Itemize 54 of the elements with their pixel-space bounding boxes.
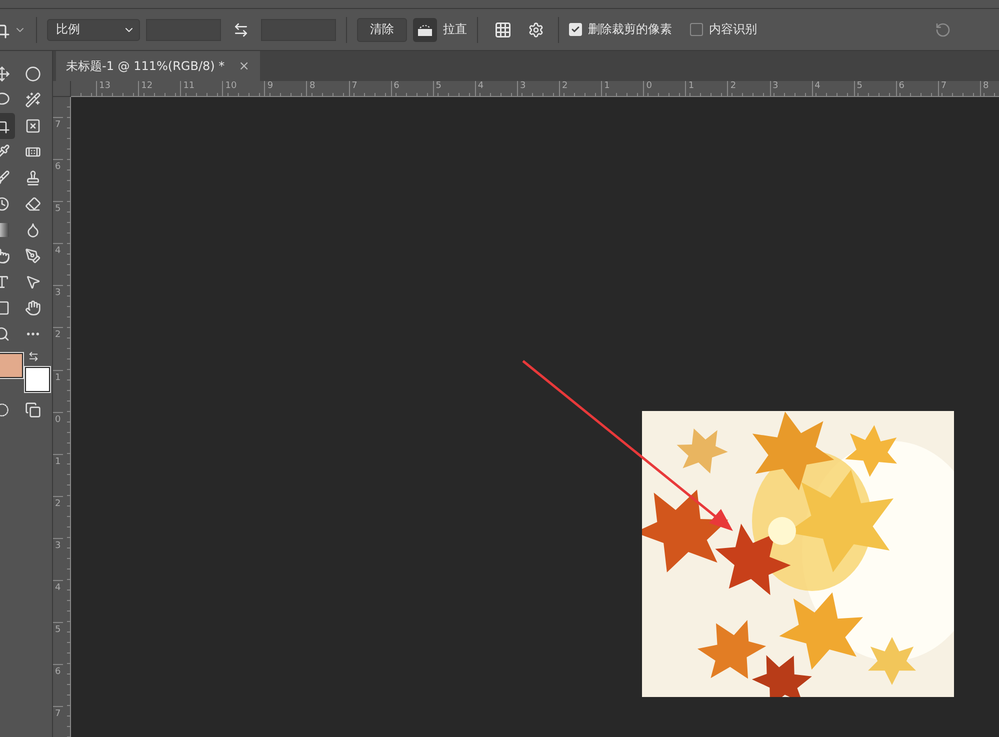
ruler-number: 3 xyxy=(520,81,526,91)
ruler-number: 2 xyxy=(55,498,61,509)
ruler-number: 13 xyxy=(99,81,110,91)
ruler-number: 4 xyxy=(55,246,61,256)
ruler-number: 6 xyxy=(898,81,905,91)
background-swatch[interactable] xyxy=(25,367,50,392)
ruler-number: 2 xyxy=(730,81,736,91)
ruler-number: 3 xyxy=(772,81,778,91)
straighten-icon xyxy=(417,22,433,36)
ruler-number: 6 xyxy=(55,667,61,678)
ruler-number: 4 xyxy=(55,583,61,594)
close-icon[interactable]: × xyxy=(238,58,250,74)
checkbox-label: 删除裁剪的像素 xyxy=(588,21,672,38)
ruler-number: 4 xyxy=(478,81,484,91)
ruler-number: 9 xyxy=(267,81,274,91)
ruler-number: 7 xyxy=(940,81,947,91)
ruler-number: 8 xyxy=(982,81,989,91)
ruler-number: 6 xyxy=(55,162,61,172)
swap-icon[interactable] xyxy=(233,22,249,38)
ruler-number: 1 xyxy=(55,372,61,383)
checkbox-label: 内容识别 xyxy=(709,21,757,38)
ratio-select[interactable]: 比例 xyxy=(47,18,140,40)
settings-icon[interactable] xyxy=(528,22,544,38)
ruler-number: 10 xyxy=(225,81,237,91)
foreground-swatch[interactable] xyxy=(0,353,23,378)
swap-colors-icon[interactable] xyxy=(28,351,39,362)
ruler-number: 4 xyxy=(814,81,820,91)
ruler-number: 2 xyxy=(55,330,61,340)
document-tab[interactable]: 未标题-1 @ 111%(RGB/8) * × xyxy=(56,51,260,81)
ruler-number: 12 xyxy=(141,81,153,91)
ruler-number: 7 xyxy=(55,120,61,130)
ruler-number: 8 xyxy=(309,81,316,91)
ruler-number: 1 xyxy=(688,81,694,91)
clear-button[interactable]: 清除 xyxy=(357,18,407,42)
ruler-number: 0 xyxy=(55,414,61,425)
ruler-number: 6 xyxy=(394,81,400,91)
check-icon xyxy=(571,25,580,34)
straighten-label: 拉直 xyxy=(443,21,467,38)
ruler-number: 5 xyxy=(55,204,61,214)
ruler-number: 0 xyxy=(646,81,652,91)
ruler-number: 1 xyxy=(55,456,61,467)
ruler-number: 7 xyxy=(352,81,358,91)
ruler-number: 5 xyxy=(436,81,442,91)
ruler-number: 11 xyxy=(183,81,195,91)
straighten-button[interactable] xyxy=(413,18,437,42)
ruler-number: 1 xyxy=(604,81,610,91)
grid-icon[interactable] xyxy=(494,20,512,38)
ruler-number: 5 xyxy=(856,81,862,91)
ruler-number: 7 xyxy=(55,709,61,720)
ruler-number: 2 xyxy=(562,81,568,91)
ruler-number: 3 xyxy=(55,288,61,298)
ruler-number: 5 xyxy=(55,625,61,636)
checkbox[interactable] xyxy=(690,23,703,36)
ruler-number: 3 xyxy=(55,540,61,551)
